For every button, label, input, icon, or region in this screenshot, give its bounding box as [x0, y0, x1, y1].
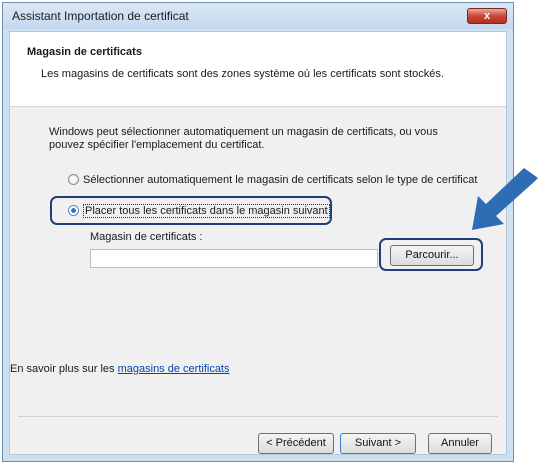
cancel-button[interactable]: Annuler — [428, 433, 492, 454]
dialog-window: Assistant Importation de certificat x Ma… — [2, 2, 514, 462]
radio-unchecked-icon[interactable] — [68, 174, 79, 185]
header-description: Les magasins de certificats sont des zon… — [41, 68, 444, 80]
wizard-header: Magasin de certificats Les magasins de c… — [10, 32, 506, 107]
learn-more-text: En savoir plus sur les magasins de certi… — [10, 363, 230, 375]
pointer-arrow-icon — [472, 168, 538, 230]
certificate-stores-link[interactable]: magasins de certificats — [118, 363, 230, 375]
previous-button[interactable]: < Précédent — [258, 433, 334, 454]
store-label: Magasin de certificats : — [90, 231, 203, 243]
wizard-page: Magasin de certificats Les magasins de c… — [9, 31, 507, 455]
learn-more-prefix: En savoir plus sur les — [10, 363, 118, 375]
intro-text: Windows peut sélectionner automatiquemen… — [49, 126, 438, 151]
header-title: Magasin de certificats — [27, 46, 142, 58]
browse-button[interactable]: Parcourir... — [390, 245, 474, 266]
close-icon: x — [483, 10, 491, 22]
radio-auto-label[interactable]: Sélectionner automatiquement le magasin … — [83, 174, 477, 186]
next-button[interactable]: Suivant > — [340, 433, 416, 454]
radio-checked-icon[interactable] — [68, 205, 79, 216]
radio-manual-store[interactable]: Placer tous les certificats dans le maga… — [68, 204, 330, 218]
radio-auto-select[interactable]: Sélectionner automatiquement le magasin … — [68, 174, 477, 186]
radio-manual-label[interactable]: Placer tous les certificats dans le maga… — [83, 204, 330, 218]
window-title: Assistant Importation de certificat — [12, 9, 189, 23]
close-button[interactable]: x — [467, 8, 507, 24]
store-field — [90, 249, 378, 268]
footer-divider — [18, 416, 498, 417]
title-bar[interactable]: Assistant Importation de certificat x — [3, 3, 513, 29]
